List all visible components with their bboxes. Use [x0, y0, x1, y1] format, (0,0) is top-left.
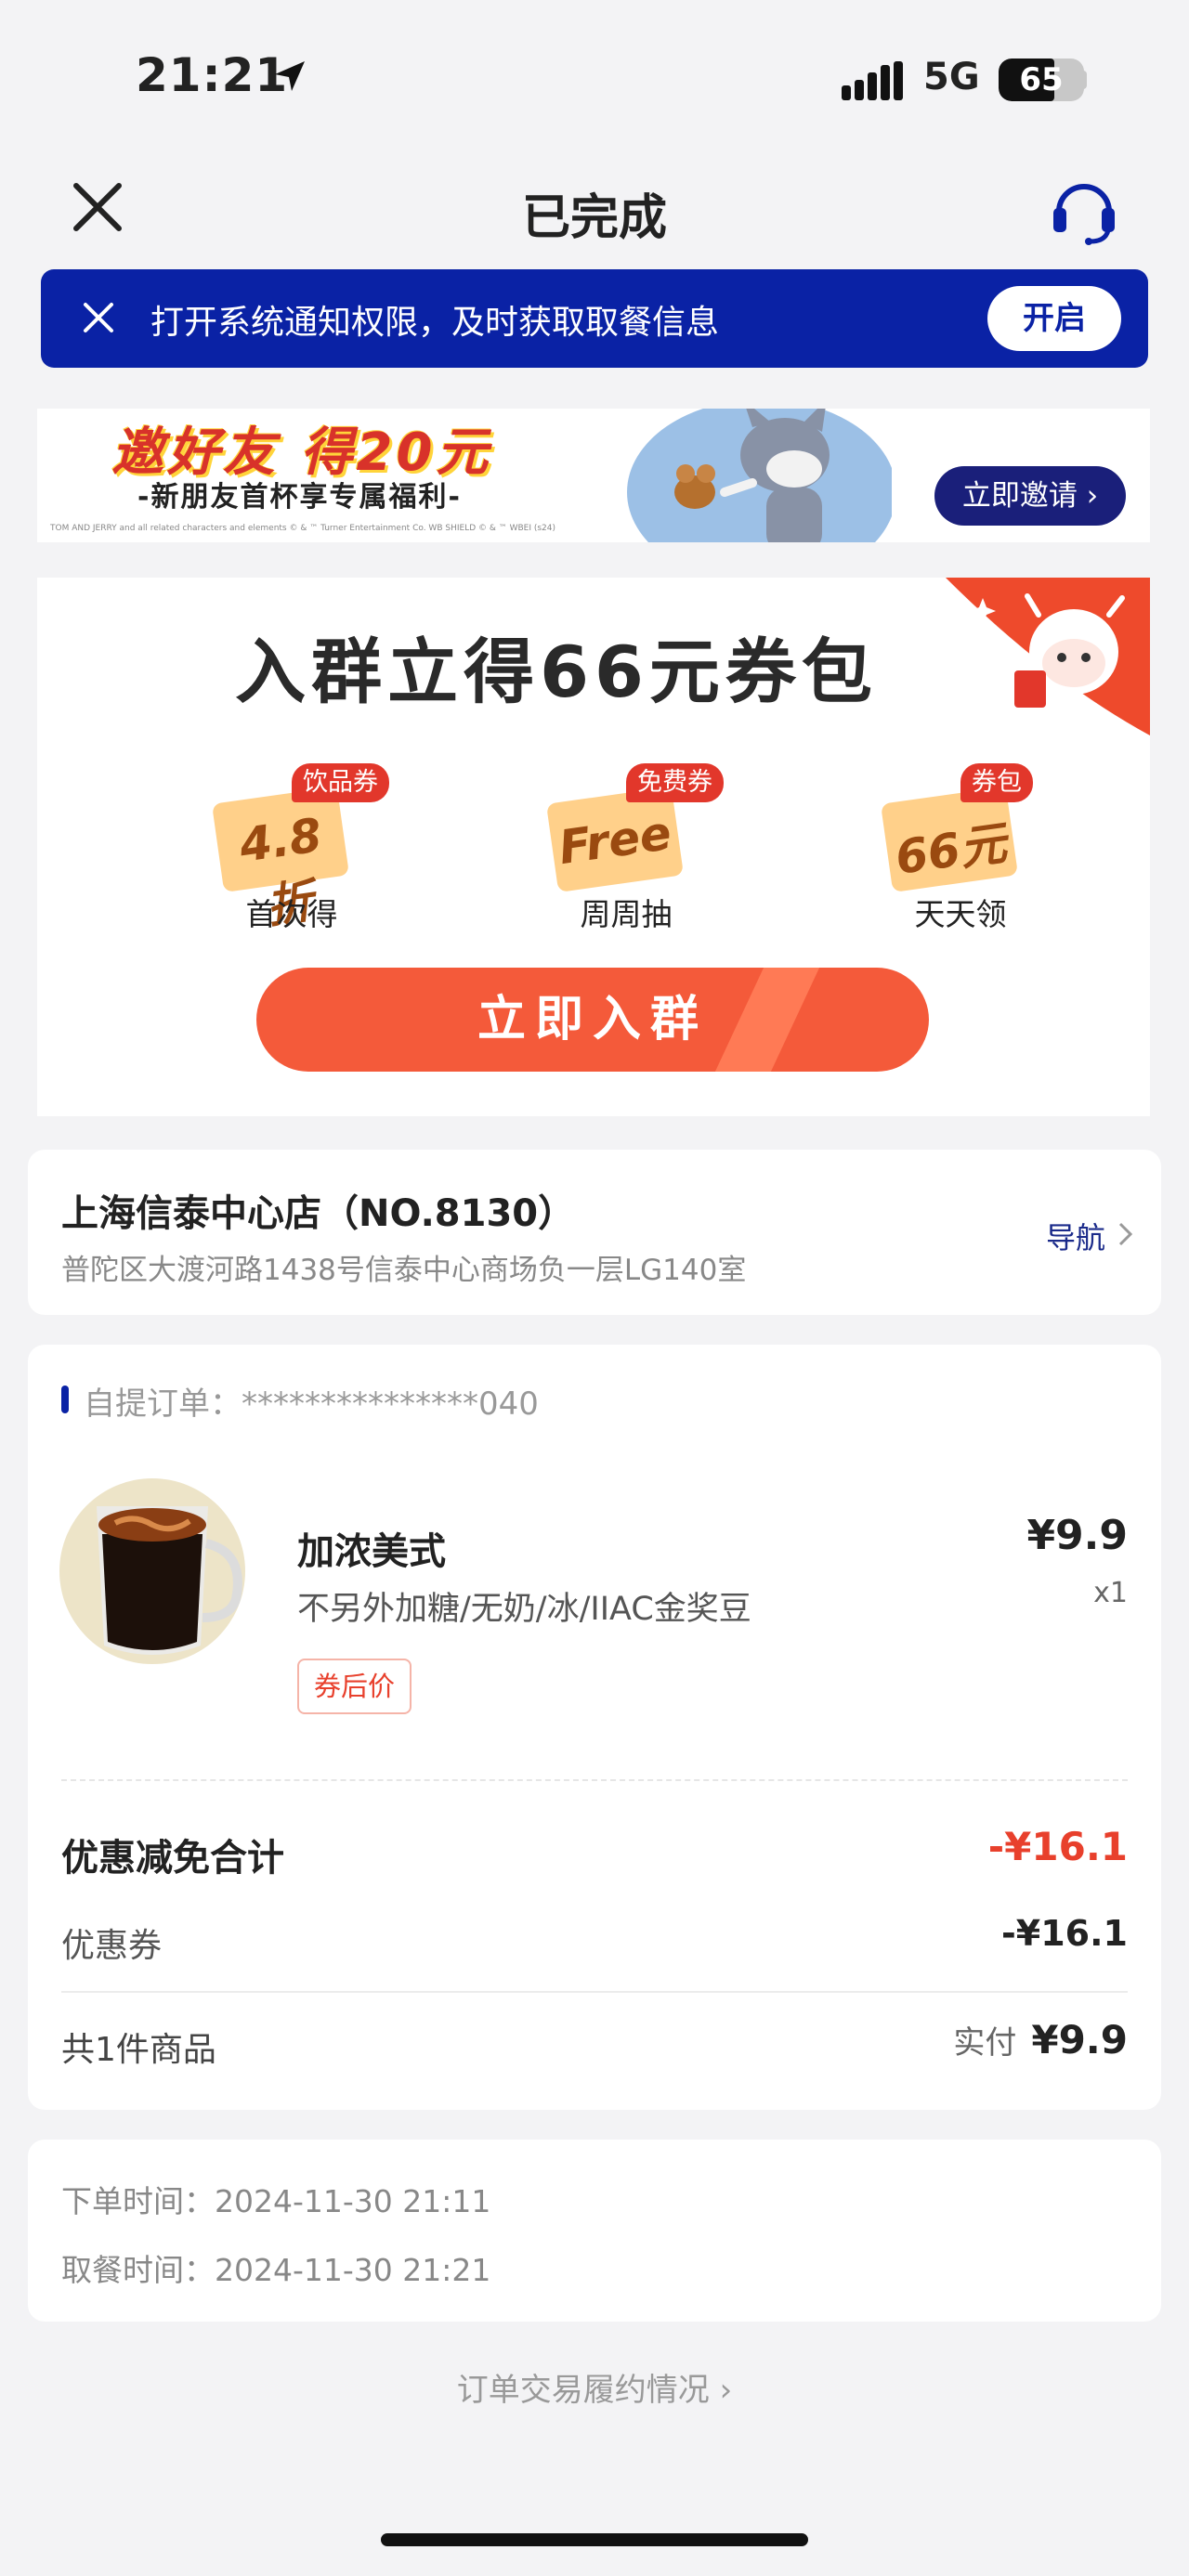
invite-friends-banner[interactable]: 邀好友 得20元 -新朋友首杯享专属福利- TOM AND JERRY and … — [37, 409, 1150, 542]
perk-label: 首次得 — [245, 896, 338, 932]
perk-first-time: 4.8折 饮品券 首次得 — [199, 745, 422, 934]
ticket-icon: 66元 — [880, 787, 1019, 892]
product-name: 加浓美式 — [297, 1530, 446, 1573]
location-arrow-icon — [275, 61, 305, 91]
perk-badge: 免费券 — [626, 763, 724, 802]
chevron-right-icon[interactable] — [1117, 1220, 1135, 1248]
page-title: 已完成 — [521, 190, 667, 246]
enable-notification-button[interactable]: 开启 — [987, 286, 1121, 351]
item-count: 共1件商品 — [61, 2031, 216, 2069]
join-group-label: 立即入群 — [477, 992, 708, 1047]
coffee-cup-image — [59, 1478, 245, 1664]
discount-total-label: 优惠减免合计 — [61, 1837, 284, 1880]
battery-percent: 65 — [1019, 61, 1064, 98]
perk-badge: 饮品券 — [292, 763, 389, 802]
product-price: ¥9.9 — [1026, 1512, 1128, 1559]
perk-daily: 66元 券包 天天领 — [868, 745, 1091, 932]
section-marker — [61, 1386, 69, 1413]
invite-subtitle: -新朋友首杯享专属福利- — [137, 481, 462, 514]
ticket-icon: 4.8折 — [211, 787, 350, 934]
perk-value: Free — [555, 805, 675, 876]
coupon-price-tag: 券后价 — [297, 1659, 412, 1714]
divider — [61, 1991, 1128, 1993]
discount-total-value: -¥16.1 — [987, 1824, 1128, 1869]
product-spec: 不另外加糖/无奶/冰/IIAC金奖豆 — [297, 1591, 751, 1628]
store-card: 上海信泰中心店（NO.8130） 普陀区大渡河路1438号信泰中心商场负一层LG… — [28, 1150, 1161, 1315]
notification-text: 打开系统通知权限，及时获取取餐信息 — [150, 304, 720, 342]
perk-value: 66元 — [892, 815, 1010, 885]
group-promo-card: 入群立得66元券包 4.8折 饮品券 首次得 Free 免费券 周周抽 66元 … — [37, 578, 1150, 1116]
navigate-button[interactable]: 导航 — [1046, 1215, 1105, 1257]
home-indicator[interactable] — [381, 2533, 808, 2546]
headset-icon[interactable] — [1050, 175, 1118, 245]
perk-label: 天天领 — [914, 896, 1007, 932]
product-quantity: x1 — [1093, 1577, 1128, 1609]
paid-amount-row: 实付 ¥9.9 — [953, 2017, 1128, 2062]
store-name: 上海信泰中心店（NO.8130） — [61, 1192, 576, 1235]
perk-label: 周周抽 — [580, 896, 673, 932]
notification-banner: 打开系统通知权限，及时获取取餐信息 开启 — [41, 269, 1148, 368]
signal-icon — [842, 61, 903, 100]
battery-icon: 65 — [999, 59, 1084, 101]
pickup-time: 取餐时间：2024-11-30 21:21 — [61, 2252, 491, 2288]
ticket-icon: Free — [545, 787, 685, 892]
order-id: 自提订单：***************040 — [84, 1386, 539, 1423]
coupon-label: 优惠券 — [61, 1927, 163, 1965]
status-bar: 21:21 5G 65 — [0, 0, 1189, 149]
cartoon-cat-mouse-illustration — [627, 409, 892, 542]
store-address: 普陀区大渡河路1438号信泰中心商场负一层LG140室 — [61, 1254, 747, 1287]
coupon-value: -¥16.1 — [1001, 1913, 1128, 1954]
network-type: 5G — [923, 56, 980, 98]
order-fulfillment-link[interactable]: 订单交易履约情况 › — [0, 2364, 1189, 2410]
order-time: 下单时间：2024-11-30 21:11 — [61, 2183, 491, 2219]
group-promo-title: 入群立得66元券包 — [235, 631, 878, 713]
join-group-button[interactable]: 立即入群 — [256, 968, 929, 1072]
fulfillment-link-label: 订单交易履约情况 — [456, 2372, 710, 2409]
close-icon[interactable] — [80, 299, 117, 336]
invite-fine-print: TOM AND JERRY and all related characters… — [50, 524, 556, 533]
invite-now-button[interactable]: 立即邀请 › — [934, 466, 1126, 526]
chevron-right-icon: › — [719, 2372, 733, 2409]
order-times-card: 下单时间：2024-11-30 21:11 取餐时间：2024-11-30 21… — [28, 2140, 1161, 2322]
perk-weekly: Free 免费券 周周抽 — [533, 745, 756, 932]
status-time: 21:21 — [136, 48, 289, 102]
paid-value: ¥9.9 — [1031, 2017, 1128, 2062]
paid-label: 实付 — [953, 2024, 1017, 2062]
divider — [61, 1779, 1128, 1781]
order-card: 自提订单：***************040 加浓美式 不另外加糖/无奶/冰/… — [28, 1345, 1161, 2110]
invite-now-label: 立即邀请 — [961, 479, 1078, 513]
perk-badge: 券包 — [960, 763, 1033, 802]
